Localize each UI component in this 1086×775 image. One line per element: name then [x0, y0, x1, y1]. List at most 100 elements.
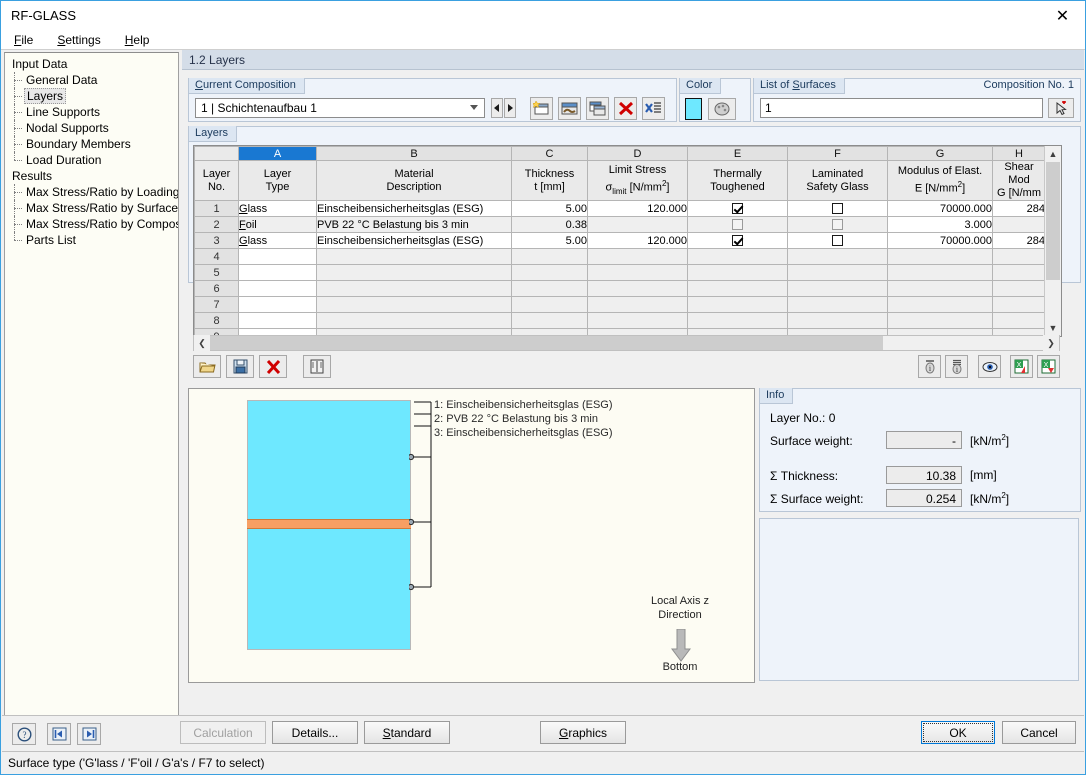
cell-thickness[interactable] — [511, 312, 588, 329]
next-dialog-button[interactable] — [77, 723, 101, 745]
sidebar-item-max-stress-ratio-by-surface[interactable]: Max Stress/Ratio by Surface — [10, 200, 178, 216]
cell-laminated-safety-glass[interactable] — [787, 264, 888, 281]
cell-thickness[interactable] — [511, 296, 588, 313]
graphics-button[interactable]: Graphics — [540, 721, 626, 744]
sidebar-item-max-stress-ratio-by-compositio[interactable]: Max Stress/Ratio by Compositio — [10, 216, 178, 232]
table-row[interactable]: 5 — [194, 264, 1046, 281]
row-number[interactable]: 6 — [194, 280, 239, 297]
row-number[interactable]: 4 — [194, 248, 239, 265]
previous-dialog-button[interactable] — [47, 723, 71, 745]
cell-thermally-toughened[interactable] — [687, 216, 788, 233]
row-number[interactable]: 1 — [194, 200, 239, 217]
checkbox-icon[interactable] — [832, 235, 843, 247]
menu-help[interactable]: Help — [122, 32, 153, 48]
cell-layer-type[interactable]: Foil — [238, 216, 317, 233]
cell-material[interactable]: PVB 22 °C Belastung bis 3 min — [316, 216, 512, 233]
checkbox-icon[interactable] — [832, 219, 843, 231]
composition-next-button[interactable] — [504, 98, 516, 118]
checkbox-icon[interactable] — [732, 235, 743, 247]
cell-thermally-toughened[interactable] — [687, 248, 788, 265]
cell-thermally-toughened[interactable] — [687, 280, 788, 297]
sidebar-item-general-data[interactable]: General Data — [10, 72, 178, 88]
info-up-button[interactable]: i — [918, 355, 941, 378]
cell-modulus[interactable] — [887, 296, 993, 313]
cell-material[interactable]: Einscheibensicherheitsglas (ESG) — [316, 232, 512, 249]
cell-shear-modulus[interactable]: 284 — [992, 232, 1046, 249]
hscroll-right-icon[interactable]: ❯ — [1043, 335, 1059, 351]
cell-thermally-toughened[interactable] — [687, 232, 788, 249]
eye-view-button[interactable] — [978, 355, 1001, 378]
cell-modulus[interactable] — [887, 264, 993, 281]
calculation-button[interactable]: Calculation — [180, 721, 266, 744]
cell-layer-type[interactable] — [238, 280, 317, 297]
cell-modulus[interactable]: 70000.000 — [887, 232, 993, 249]
composition-prev-button[interactable] — [491, 98, 503, 118]
cell-laminated-safety-glass[interactable] — [787, 248, 888, 265]
checkbox-icon[interactable] — [732, 219, 743, 231]
table-row[interactable]: 2 Foil PVB 22 °C Belastung bis 3 min 0.38 3.… — [194, 216, 1046, 233]
cell-layer-type[interactable]: Glass — [238, 200, 317, 217]
table-row[interactable]: 7 — [194, 296, 1046, 313]
cell-material[interactable] — [316, 248, 512, 265]
menu-settings[interactable]: Settings — [54, 32, 103, 48]
cell-shear-modulus[interactable] — [992, 264, 1046, 281]
pick-surface-button[interactable] — [1048, 98, 1074, 118]
table-row[interactable]: 1 Glass Einscheibensicherheitsglas (ESG) 5.… — [194, 200, 1046, 217]
details-button[interactable]: Details... — [272, 721, 358, 744]
export-excel-down-button[interactable]: X — [1037, 355, 1060, 378]
color-swatch[interactable] — [685, 98, 702, 120]
table-row[interactable]: 6 — [194, 280, 1046, 297]
cell-shear-modulus[interactable] — [992, 280, 1046, 297]
cell-limit-stress[interactable] — [587, 312, 688, 329]
cell-material[interactable] — [316, 264, 512, 281]
edit-composition-button[interactable] — [558, 97, 581, 120]
column-letter-d[interactable]: D — [587, 146, 688, 161]
cell-laminated-safety-glass[interactable] — [787, 312, 888, 329]
cell-thermally-toughened[interactable] — [687, 296, 788, 313]
composition-list-button[interactable] — [642, 97, 665, 120]
cell-layer-type[interactable] — [238, 312, 317, 329]
cell-modulus[interactable] — [887, 312, 993, 329]
navigator-tree[interactable]: Input Data General Data Layers Line Support… — [4, 52, 179, 742]
column-letter-h[interactable]: H — [992, 146, 1046, 161]
cell-shear-modulus[interactable] — [992, 248, 1046, 265]
row-number[interactable]: 3 — [194, 232, 239, 249]
sidebar-item-nodal-supports[interactable]: Nodal Supports — [10, 120, 178, 136]
sidebar-item-boundary-members[interactable]: Boundary Members — [10, 136, 178, 152]
cell-thermally-toughened[interactable] — [687, 264, 788, 281]
cell-limit-stress[interactable] — [587, 248, 688, 265]
column-letter-g[interactable]: G — [887, 146, 993, 161]
layer-graphic[interactable]: 1: Einscheibensicherheitsglas (ESG) 2: P… — [188, 388, 755, 683]
cell-shear-modulus[interactable] — [992, 296, 1046, 313]
sidebar-item-max-stress-ratio-by-loading[interactable]: Max Stress/Ratio by Loading — [10, 184, 178, 200]
menu-file[interactable]: File — [11, 32, 36, 48]
table-vscrollbar[interactable]: ▲ ▼ — [1044, 146, 1061, 336]
column-letter-corner[interactable] — [194, 146, 239, 161]
cell-laminated-safety-glass[interactable] — [787, 280, 888, 297]
table-hscrollbar[interactable]: ❮ ❯ — [193, 335, 1060, 351]
cell-modulus[interactable]: 70000.000 — [887, 200, 993, 217]
cell-limit-stress[interactable] — [587, 280, 688, 297]
open-folder-button[interactable] — [193, 355, 221, 378]
delete-composition-button[interactable] — [614, 97, 637, 120]
ok-button[interactable]: OK — [921, 721, 995, 744]
scroll-up-icon[interactable]: ▲ — [1045, 146, 1061, 162]
cancel-button[interactable]: Cancel — [1002, 721, 1076, 744]
scroll-down-icon[interactable]: ▼ — [1045, 320, 1061, 336]
column-letter-a[interactable]: A — [238, 146, 317, 161]
sidebar-item-parts-list[interactable]: Parts List — [10, 232, 178, 248]
vscroll-thumb[interactable] — [1046, 162, 1060, 280]
cell-limit-stress[interactable] — [587, 264, 688, 281]
cell-thickness[interactable]: 5.00 — [511, 200, 588, 217]
copy-composition-button[interactable] — [586, 97, 609, 120]
sidebar-item-load-duration[interactable]: Load Duration — [10, 152, 178, 168]
hscroll-left-icon[interactable]: ❮ — [194, 335, 210, 351]
cell-thickness[interactable] — [511, 264, 588, 281]
layers-table-wrapper[interactable]: A B C D E F G H Layer No. Layer Type Material Descrip… — [193, 145, 1062, 337]
cell-shear-modulus[interactable] — [992, 312, 1046, 329]
cell-modulus[interactable]: 3.000 — [887, 216, 993, 233]
surfaces-input[interactable]: 1 — [760, 98, 1043, 118]
standard-button[interactable]: Standard — [364, 721, 450, 744]
cell-material[interactable] — [316, 296, 512, 313]
export-excel-up-button[interactable]: X — [1010, 355, 1033, 378]
